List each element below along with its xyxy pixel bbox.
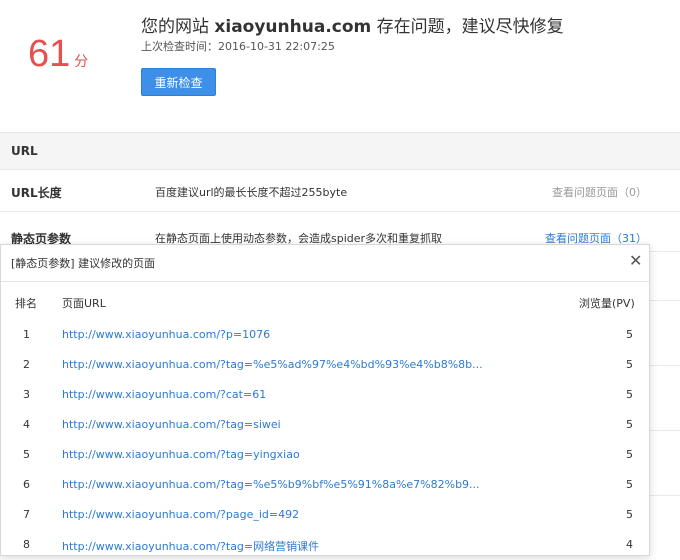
page-url-link[interactable]: http://www.xiaoyunhua.com/?cat=61 <box>62 388 266 401</box>
score-value: 61 <box>28 33 71 75</box>
page-url-link[interactable]: http://www.xiaoyunhua.com/?tag=网络营销课件 <box>62 538 319 554</box>
background-divider <box>650 300 680 301</box>
column-header-url: 页面URL <box>62 297 106 310</box>
view-issue-pages-link[interactable]: 查看问题页面（0） <box>552 184 647 200</box>
table-row: 4 http://www.xiaoyunhua.com/?tag=siwei 5 <box>1 410 649 440</box>
row-rank: 3 <box>23 388 30 401</box>
issue-row-url-length: URL长度 百度建议url的最长长度不超过255byte 查看问题页面（0） <box>0 170 680 212</box>
table-row: 2 http://www.xiaoyunhua.com/?tag=%e5%ad%… <box>1 350 649 380</box>
row-pv: 5 <box>626 418 633 431</box>
row-rank: 6 <box>23 478 30 491</box>
background-divider <box>650 430 680 431</box>
close-icon[interactable]: ✕ <box>629 251 642 271</box>
row-pv: 5 <box>626 388 633 401</box>
dialog-header: [静态页参数] 建议修改的页面 ✕ <box>1 245 649 282</box>
row-pv: 5 <box>626 328 633 341</box>
dialog-title: [静态页参数] 建议修改的页面 <box>11 257 156 270</box>
page-url-link[interactable]: http://www.xiaoyunhua.com/?page_id=492 <box>62 508 299 521</box>
background-divider <box>650 365 680 366</box>
title-suffix: 存在问题，建议尽快修复 <box>371 17 564 37</box>
row-pv: 5 <box>626 478 633 491</box>
last-check-time: 上次检查时间：2016-10-31 22:07:25 <box>141 40 335 53</box>
issue-pages-dialog: [静态页参数] 建议修改的页面 ✕ 排名 页面URL 浏览量(PV) 1 htt… <box>0 244 650 556</box>
page-url-link[interactable]: http://www.xiaoyunhua.com/?tag=%e5%b9%bf… <box>62 478 480 491</box>
row-pv: 5 <box>626 358 633 371</box>
row-rank: 7 <box>23 508 30 521</box>
page-title: 您的网站 xiaoyunhua.com 存在问题，建议尽快修复 <box>141 12 564 37</box>
title-prefix: 您的网站 <box>141 17 215 37</box>
table-row: 6 http://www.xiaoyunhua.com/?tag=%e5%b9%… <box>1 470 649 500</box>
page-url-link[interactable]: http://www.xiaoyunhua.com/?tag=%e5%ad%97… <box>62 358 483 371</box>
issue-name: URL长度 <box>11 186 62 200</box>
row-rank: 1 <box>23 328 30 341</box>
recheck-button[interactable]: 重新检查 <box>141 68 216 96</box>
row-pv: 4 <box>626 538 633 551</box>
row-pv: 5 <box>626 448 633 461</box>
background-divider <box>650 495 680 496</box>
row-rank: 4 <box>23 418 30 431</box>
page-url-link[interactable]: http://www.xiaoyunhua.com/?p=1076 <box>62 328 270 341</box>
row-pv: 5 <box>626 508 633 521</box>
column-header-pv: 浏览量(PV) <box>579 297 635 310</box>
table-row: 1 http://www.xiaoyunhua.com/?p=1076 5 <box>1 320 649 350</box>
page-url-link[interactable]: http://www.xiaoyunhua.com/?tag=siwei <box>62 418 281 431</box>
table-row: 5 http://www.xiaoyunhua.com/?tag=yingxia… <box>1 440 649 470</box>
section-header-url: URL <box>0 132 680 170</box>
table-row: 3 http://www.xiaoyunhua.com/?cat=61 5 <box>1 380 649 410</box>
site-check-header: 61 分 您的网站 xiaoyunhua.com 存在问题，建议尽快修复 上次检查… <box>0 0 680 132</box>
row-rank: 5 <box>23 448 30 461</box>
row-rank: 2 <box>23 358 30 371</box>
page-url-link[interactable]: http://www.xiaoyunhua.com/?tag=yingxiao <box>62 448 300 461</box>
table-row: 7 http://www.xiaoyunhua.com/?page_id=492… <box>1 500 649 530</box>
score-display: 61 分 <box>28 30 88 78</box>
score-unit: 分 <box>74 54 89 70</box>
row-rank: 8 <box>23 538 30 551</box>
column-header-rank: 排名 <box>15 297 37 310</box>
issue-description: 百度建议url的最长长度不超过255byte <box>155 186 348 199</box>
title-site: xiaoyunhua.com <box>214 17 372 37</box>
